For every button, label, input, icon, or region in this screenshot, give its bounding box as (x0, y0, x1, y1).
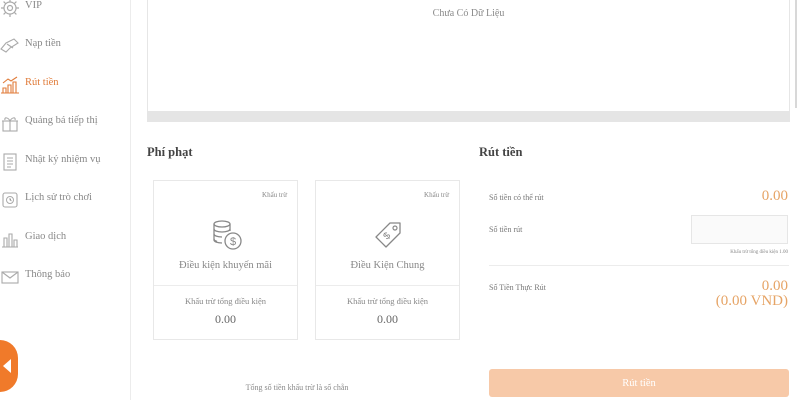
mail-icon (1, 271, 19, 284)
sidebar-item-withdraw[interactable]: Rút tiền (0, 73, 130, 97)
sidebar-item-deposit[interactable]: Nạp tiền (0, 34, 130, 58)
gear-icon (1, 0, 19, 17)
sidebar-item-label: Giao dịch (25, 231, 67, 242)
svg-text:$: $ (230, 236, 236, 248)
deduction-footnote: Tổng số tiền khấu trừ là số chẵn (245, 383, 349, 392)
withdraw-title: Rút tiền (479, 145, 523, 159)
general-condition-card: Khấu trừ $ Điều Kiện Chung Khấu trừ tổng… (315, 180, 460, 340)
card-sub-label: Khấu trừ tổng điều kiện (184, 296, 267, 306)
sidebar-item-label: Rút tiền (25, 77, 59, 88)
card-sub-label: Khấu trừ tổng điều kiện (346, 296, 429, 306)
collapse-sidebar-tab[interactable] (0, 340, 18, 392)
card-divider (316, 285, 459, 286)
amount-note: Khấu trừ tổng điều kiện 1.00 (730, 250, 788, 255)
sidebar-item-label: Nạp tiền (25, 38, 61, 49)
deduct-badge: Khấu trừ (262, 191, 287, 199)
records-panel: Chưa Có Dữ Liệu (147, 0, 790, 112)
sidebar-item-notifications[interactable]: Thông báo (0, 265, 130, 289)
card-title: Điều Kiện Chung (350, 260, 425, 271)
vertical-scrollbar[interactable] (795, 0, 797, 108)
sidebar-item-label: Quảng bá tiếp thị (25, 115, 98, 126)
card-value: 0.00 (215, 312, 236, 326)
gift-icon (2, 117, 18, 132)
sidebar-item-vip[interactable]: VIP (0, 0, 130, 20)
available-amount-value: 0.00 (761, 188, 788, 204)
available-amount-label: Số tiền có thể rút (489, 193, 544, 202)
penalty-title: Phí phạt (147, 145, 193, 159)
actual-amount-vnd: (0.00 VND) (715, 293, 788, 309)
coins-icon: $ (213, 220, 242, 250)
sidebar-item-transactions[interactable]: Giao dịch (0, 227, 130, 251)
sidebar-item-task-log[interactable]: Nhật ký nhiệm vụ (0, 150, 130, 174)
withdraw-button[interactable]: Rút tiền (489, 369, 789, 397)
card-divider (154, 285, 297, 286)
chevron-left-icon (3, 359, 11, 373)
sidebar-item-promotion[interactable]: Quảng bá tiếp thị (0, 111, 130, 135)
sidebar-item-label: Thông báo (25, 269, 71, 280)
actual-amount-label: Số Tiền Thực Rút (489, 283, 546, 292)
sidebar-item-label: Nhật ký nhiệm vụ (25, 154, 101, 165)
deposit-icon (0, 38, 19, 53)
tag-icon: $ (375, 222, 401, 248)
history-icon (2, 192, 18, 208)
horizontal-scrollbar[interactable] (147, 111, 790, 122)
deduct-badge: Khấu trừ (424, 191, 449, 199)
promotion-condition-card: Khấu trừ $ Điều kiện khuyến mãi Khấu trừ… (153, 180, 298, 340)
withdraw-amount-label: Số tiền rút (489, 225, 523, 234)
card-title: Điều kiện khuyến mãi (178, 260, 273, 271)
withdraw-icon (1, 76, 19, 94)
withdraw-divider (489, 265, 789, 266)
sidebar-item-label: VIP (25, 0, 42, 11)
sidebar-item-game-history[interactable]: Lịch sử trò chơi (0, 188, 130, 212)
sidebar-item-label: Lịch sử trò chơi (25, 192, 92, 203)
empty-state-text: Chưa Có Dữ Liệu (432, 8, 505, 19)
sidebar: VIP Nạp tiền Rút tiền Quảng bá tiếp thị … (0, 0, 131, 400)
task-log-icon (3, 153, 17, 171)
card-value: 0.00 (377, 312, 398, 326)
withdraw-amount-input[interactable] (691, 215, 788, 244)
transaction-icon (2, 233, 18, 248)
